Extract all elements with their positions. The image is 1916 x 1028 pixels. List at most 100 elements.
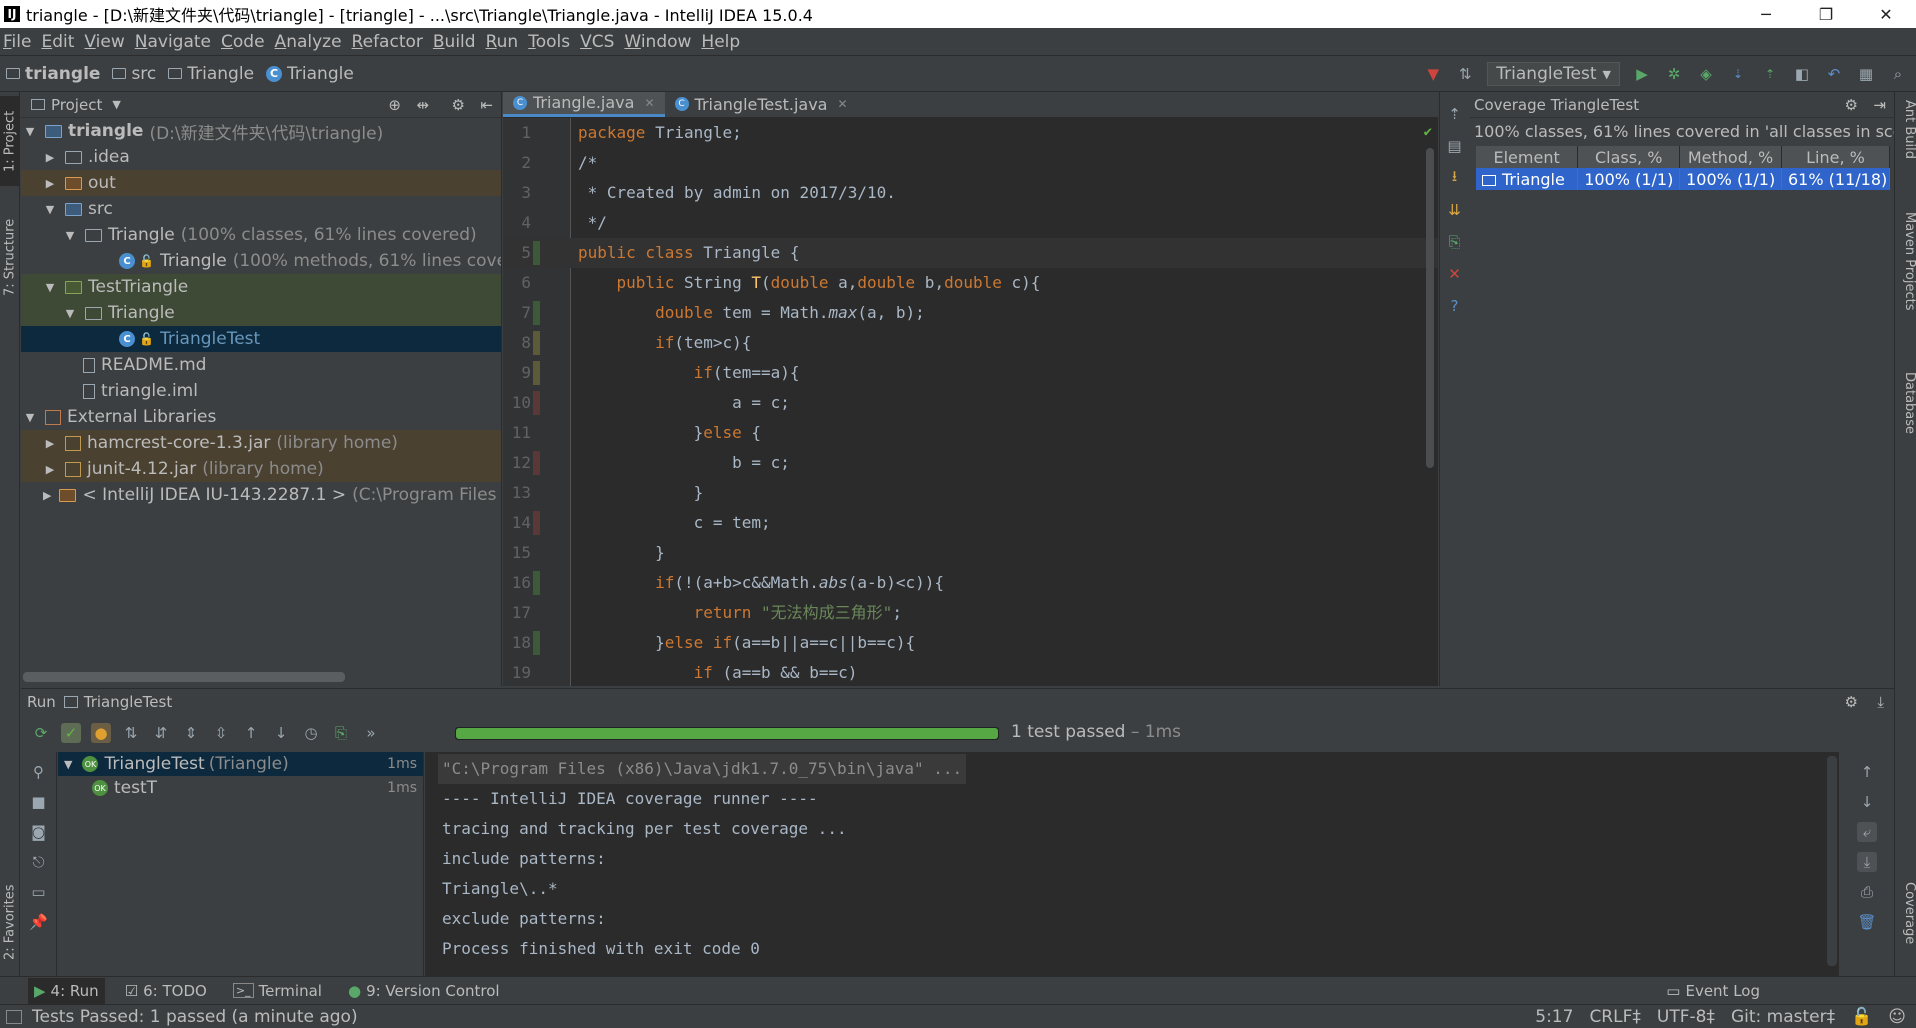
- arrow-up-icon[interactable]: ⇡: [1445, 104, 1465, 124]
- vcs-compare-icon[interactable]: ◧: [1792, 64, 1812, 84]
- test-method-row[interactable]: OK testT 1ms: [58, 776, 423, 800]
- tree-item-out[interactable]: ▶ out: [21, 170, 501, 196]
- vcs-commit-icon[interactable]: ⇡: [1760, 64, 1780, 84]
- status-message[interactable]: Tests Passed: 1 passed (a minute ago): [32, 1007, 358, 1027]
- close-tab-icon[interactable]: ✕: [837, 97, 847, 111]
- debug-icon[interactable]: ✲: [1664, 64, 1684, 84]
- chevron-down-icon[interactable]: ▼: [112, 98, 120, 111]
- tab-triangletest-java[interactable]: C TriangleTest.java ✕: [665, 92, 858, 117]
- tree-item-triangle-class[interactable]: C 🔓 Triangle (100% methods, 61% lines co…: [21, 248, 501, 274]
- gear-icon[interactable]: ⚙: [1845, 693, 1858, 711]
- hide-panel-icon[interactable]: ⇥: [1873, 96, 1886, 114]
- sort-by-duration-icon[interactable]: ⇵: [151, 723, 171, 743]
- scroll-up-icon[interactable]: ↑: [1857, 762, 1877, 782]
- coverage-tool-tab[interactable]: Coverage: [1897, 882, 1916, 972]
- menu-build[interactable]: Build: [430, 32, 483, 52]
- tree-item-triangletest[interactable]: C 🔓 TriangleTest: [21, 326, 501, 352]
- vcs-revert-icon[interactable]: ↶: [1824, 64, 1844, 84]
- caret-position[interactable]: 5:17: [1535, 1007, 1573, 1027]
- previous-test-icon[interactable]: ↑: [241, 723, 261, 743]
- autoscroll-icon[interactable]: ⇊: [1445, 200, 1465, 220]
- hide-panel-icon[interactable]: ⤓: [1877, 693, 1884, 711]
- horizontal-scrollbar[interactable]: [23, 672, 345, 682]
- column-header-line[interactable]: Line, %: [1781, 146, 1890, 168]
- breadcrumb-class[interactable]: C Triangle: [266, 64, 354, 84]
- gear-icon[interactable]: ⚙: [452, 96, 465, 114]
- tree-item-junit[interactable]: ▶ junit-4.12.jar (library home): [21, 456, 501, 482]
- lock-icon[interactable]: 🔓: [1851, 1007, 1872, 1027]
- tree-item-hamcrest[interactable]: ▶ hamcrest-core-1.3.jar (library home): [21, 430, 501, 456]
- show-passed-icon[interactable]: ✓: [61, 723, 81, 743]
- exit-icon[interactable]: ⎋: [29, 852, 49, 872]
- export-results-icon[interactable]: ⎘: [331, 723, 351, 743]
- code-area[interactable]: 1 package Triangle; 2/* 3 * Created by ad…: [503, 118, 1438, 686]
- hector-icon[interactable]: ☺: [1888, 1007, 1906, 1027]
- tree-item-test-triangle-package[interactable]: ▼ Triangle: [21, 300, 501, 326]
- breadcrumb-src[interactable]: src: [112, 64, 156, 84]
- build-icon[interactable]: ▼: [1423, 64, 1443, 84]
- scroll-to-end-icon[interactable]: ⤓: [1857, 852, 1877, 872]
- vcs-update-icon[interactable]: ⇣: [1728, 64, 1748, 84]
- hide-panel-icon[interactable]: ⇤: [480, 96, 493, 114]
- sort-alphabetically-icon[interactable]: ⇅: [121, 723, 141, 743]
- column-header-class[interactable]: Class, %: [1577, 146, 1681, 168]
- tree-item-external-libraries[interactable]: ▼ External Libraries: [21, 404, 501, 430]
- pin-icon[interactable]: ⚲: [29, 762, 49, 782]
- tool-tab-event-log[interactable]: ▭ Event Log: [1660, 978, 1766, 1004]
- menu-vcs[interactable]: VCS: [577, 32, 621, 52]
- ant-build-tool-tab[interactable]: Ant Build: [1897, 100, 1916, 180]
- tree-item-src-triangle-package[interactable]: ▼ Triangle (100% classes, 61% lines cove…: [21, 222, 501, 248]
- tool-tab-version-control[interactable]: ● 9: Version Control: [342, 978, 506, 1004]
- rerun-icon[interactable]: ⟳: [31, 723, 51, 743]
- close-tab-icon[interactable]: ✕: [644, 96, 654, 110]
- menu-help[interactable]: Help: [698, 32, 747, 52]
- database-tool-tab[interactable]: Database: [1897, 372, 1916, 462]
- flatten-packages-icon[interactable]: ▤: [1445, 136, 1465, 156]
- search-everywhere-icon[interactable]: ⌕: [1888, 64, 1908, 84]
- trash-icon[interactable]: 🗑: [1857, 912, 1877, 932]
- print-icon[interactable]: ⎙: [1857, 882, 1877, 902]
- tab-triangle-java[interactable]: C Triangle.java ✕: [503, 92, 665, 117]
- menu-code[interactable]: Code: [218, 32, 272, 52]
- tree-item-readme[interactable]: README.md: [21, 352, 501, 378]
- tool-tab-run[interactable]: ▶ 4: Run: [28, 977, 105, 1004]
- pin-tab-icon[interactable]: 📌: [29, 912, 49, 932]
- table-row[interactable]: Triangle 100% (1/1) 100% (1/1) 61% (11/1…: [1476, 168, 1890, 190]
- test-suite-row[interactable]: ▼ OK TriangleTest (Triangle) 1ms: [58, 752, 423, 776]
- camera-icon[interactable]: ◙: [29, 822, 49, 842]
- favorites-tool-tab[interactable]: 2: Favorites: [0, 872, 20, 972]
- tool-tab-terminal[interactable]: >_ Terminal: [227, 978, 328, 1004]
- tree-item-idea[interactable]: ▶ .idea: [21, 144, 501, 170]
- close-coverage-icon[interactable]: ✕: [1445, 264, 1465, 284]
- maven-projects-tool-tab[interactable]: Maven Projects: [1897, 212, 1916, 342]
- encoding-select[interactable]: UTF-8‡: [1657, 1007, 1715, 1027]
- restore-button[interactable]: ❐: [1796, 0, 1856, 28]
- tool-windows-toggle-icon[interactable]: [6, 1009, 22, 1024]
- project-view-select[interactable]: Project: [51, 96, 102, 114]
- export-icon[interactable]: ⎘: [1445, 232, 1465, 252]
- import-icon[interactable]: ⭳: [1445, 167, 1465, 188]
- more-icon[interactable]: »: [361, 723, 381, 743]
- menu-edit[interactable]: Edit: [38, 32, 81, 52]
- test-history-icon[interactable]: ◷: [301, 723, 321, 743]
- tree-item-jdk[interactable]: ▶ < IntelliJ IDEA IU-143.2287.1 > (C:\Pr…: [21, 482, 501, 508]
- stop-icon[interactable]: ■: [29, 792, 49, 812]
- close-button[interactable]: ✕: [1856, 0, 1916, 28]
- menu-run[interactable]: Run: [483, 32, 526, 52]
- scroll-from-source-icon[interactable]: ⊕: [388, 96, 401, 114]
- expand-all-icon[interactable]: ⇕: [181, 723, 201, 743]
- next-test-icon[interactable]: ↓: [271, 723, 291, 743]
- show-ignored-icon[interactable]: ●: [91, 723, 111, 743]
- gear-icon[interactable]: ⚙: [1845, 96, 1858, 114]
- minimize-button[interactable]: ─: [1736, 0, 1796, 28]
- menu-tools[interactable]: Tools: [525, 32, 577, 52]
- column-header-element[interactable]: Element: [1476, 146, 1579, 168]
- menu-view[interactable]: View: [81, 32, 131, 52]
- menu-file[interactable]: File: [0, 32, 38, 52]
- menu-refactor[interactable]: Refactor: [349, 32, 430, 52]
- project-structure-icon[interactable]: ▦: [1856, 64, 1876, 84]
- column-header-method[interactable]: Method, %: [1679, 146, 1782, 168]
- scroll-down-icon[interactable]: ↓: [1857, 792, 1877, 812]
- tree-item-triangle-iml[interactable]: triangle.iml: [21, 378, 501, 404]
- run-configuration-select[interactable]: TriangleTest ▼: [1487, 62, 1620, 86]
